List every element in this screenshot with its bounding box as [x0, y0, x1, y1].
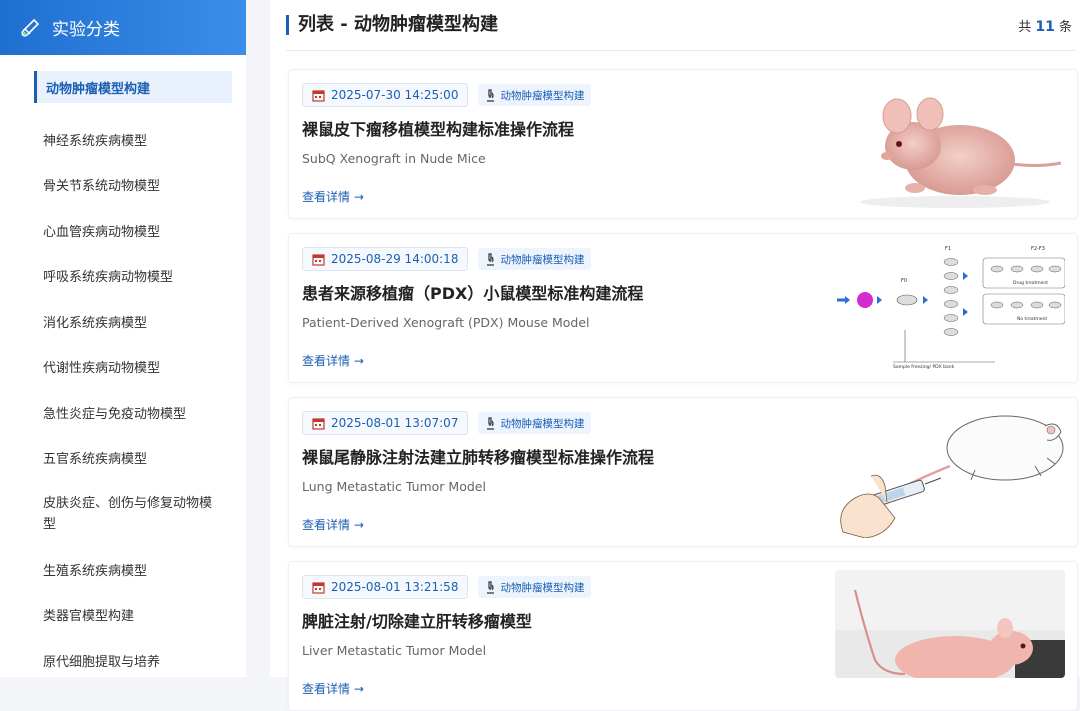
- drug-treatment-label: Drug treatment: [1013, 280, 1048, 286]
- page-title: 列表 - 动物肿瘤模型构建: [286, 15, 498, 35]
- tag-text: 动物肿瘤模型构建: [500, 89, 585, 102]
- f1-label: F1: [945, 246, 951, 252]
- sidebar-item-bone-joint[interactable]: 骨关节系统动物模型: [0, 162, 246, 208]
- microscope-icon: [487, 580, 495, 594]
- sidebar-menu: 动物肿瘤模型构建 神经系统疾病模型 骨关节系统动物模型 心血管疾病动物模型 呼吸…: [0, 55, 246, 683]
- date-text: 2025-08-29 14:00:18: [331, 252, 459, 266]
- card-subtitle: Liver Metastatic Tumor Model: [302, 643, 487, 658]
- count-number: 11: [1035, 18, 1055, 35]
- card-meta: 2025-08-01 13:07:07 动物肿瘤模型构建: [302, 411, 592, 435]
- tag-text: 动物肿瘤模型构建: [500, 253, 585, 266]
- sidebar-item-primary-cell[interactable]: 原代细胞提取与培养: [0, 638, 246, 684]
- sidebar-item-inflammation[interactable]: 急性炎症与免疫动物模型: [0, 390, 246, 436]
- no-treatment-label: No treatment: [1017, 316, 1047, 322]
- view-details-link[interactable]: 查看详情 →: [302, 352, 364, 369]
- sidebar-item-metabolic[interactable]: 代谢性疾病动物模型: [0, 344, 246, 390]
- category-tag: 动物肿瘤模型构建: [478, 84, 592, 106]
- microscope-icon: [487, 88, 495, 102]
- calendar-icon: [312, 417, 325, 430]
- date-text: 2025-08-01 13:21:58: [331, 580, 459, 594]
- f23-label: F2-F3: [1031, 246, 1045, 252]
- card-title[interactable]: 裸鼠尾静脉注射法建立肺转移瘤模型标准操作流程: [302, 444, 654, 468]
- list-item[interactable]: 2025-07-30 14:25:00 动物肿瘤模型构建 裸鼠皮下瘤移植模型构建…: [288, 69, 1078, 219]
- category-tag: 动物肿瘤模型构建: [478, 412, 592, 434]
- card-subtitle: Patient-Derived Xenograft (PDX) Mouse Mo…: [302, 315, 590, 330]
- view-details-link[interactable]: 查看详情 →: [302, 188, 364, 205]
- date-text: 2025-07-30 14:25:00: [331, 88, 459, 102]
- bank-label: Sample freezing/ PDX bank: [893, 364, 955, 370]
- microscope-icon: [487, 416, 495, 430]
- sidebar-item-reproductive[interactable]: 生殖系统疾病模型: [0, 547, 246, 593]
- tag-text: 动物肿瘤模型构建: [500, 581, 585, 594]
- category-tag: 动物肿瘤模型构建: [478, 248, 592, 270]
- sidebar-item-cardiovascular[interactable]: 心血管疾病动物模型: [0, 208, 246, 254]
- view-details-link[interactable]: 查看详情 →: [302, 516, 364, 533]
- sidebar-header: 实验分类: [0, 0, 246, 55]
- card-subtitle: SubQ Xenograft in Nude Mice: [302, 151, 486, 166]
- tail-vein-injection-illustration: [835, 406, 1065, 538]
- sidebar-item-ent[interactable]: 五官系统疾病模型: [0, 435, 246, 481]
- card-thumbnail[interactable]: F0 Sample freezing/ PDX bank F1 F2-F3 Dr…: [835, 242, 1065, 374]
- card-subtitle: Lung Metastatic Tumor Model: [302, 479, 486, 494]
- card-title[interactable]: 脾脏注射/切除建立肝转移瘤模型: [302, 608, 532, 632]
- sidebar-item-organoid[interactable]: 类器官模型构建: [0, 592, 246, 638]
- calendar-icon: [312, 253, 325, 266]
- date-badge: 2025-08-01 13:07:07: [302, 411, 469, 435]
- sidebar-item-neuro[interactable]: 神经系统疾病模型: [0, 117, 246, 163]
- calendar-icon: [312, 581, 325, 594]
- card-title[interactable]: 裸鼠皮下瘤移植模型构建标准操作流程: [302, 116, 574, 140]
- main-content: 列表 - 动物肿瘤模型构建 共 11 条 2025-07-30 14:25:00…: [270, 0, 1080, 711]
- list-item[interactable]: 2025-08-01 13:21:58 动物肿瘤模型构建 脾脏注射/切除建立肝转…: [288, 561, 1078, 711]
- sidebar-item-skin[interactable]: 皮肤炎症、创伤与修复动物模型: [0, 481, 246, 547]
- count-suffix: 条: [1058, 19, 1072, 35]
- pdx-workflow-diagram: F0 Sample freezing/ PDX bank F1 F2-F3 Dr…: [835, 242, 1065, 374]
- list-item[interactable]: 2025-08-29 14:00:18 动物肿瘤模型构建 患者来源移植瘤（PDX…: [288, 233, 1078, 383]
- sidebar-item-tumor-model[interactable]: 动物肿瘤模型构建: [34, 71, 232, 103]
- card-meta: 2025-07-30 14:25:00 动物肿瘤模型构建: [302, 83, 592, 107]
- list-header: 列表 - 动物肿瘤模型构建 共 11 条: [286, 0, 1076, 51]
- category-tag: 动物肿瘤模型构建: [478, 576, 592, 598]
- tag-text: 动物肿瘤模型构建: [500, 417, 585, 430]
- nude-mouse-image: [835, 78, 1065, 210]
- card-thumbnail[interactable]: [835, 570, 1065, 678]
- count-prefix: 共: [1018, 19, 1032, 35]
- calendar-icon: [312, 89, 325, 102]
- sidebar-item-digestive[interactable]: 消化系统疾病模型: [0, 299, 246, 345]
- card-title[interactable]: 患者来源移植瘤（PDX）小鼠模型标准构建流程: [302, 280, 643, 304]
- date-text: 2025-08-01 13:07:07: [331, 416, 459, 430]
- card-thumbnail[interactable]: [835, 78, 1065, 210]
- result-count: 共 11 条: [1018, 16, 1072, 35]
- nude-mouse-photo: [835, 570, 1065, 678]
- test-tube-icon: [21, 18, 40, 37]
- card-thumbnail[interactable]: [835, 406, 1065, 538]
- sidebar-item-respiratory[interactable]: 呼吸系统疾病动物模型: [0, 253, 246, 299]
- sidebar-title: 实验分类: [52, 20, 120, 40]
- list-item[interactable]: 2025-08-01 13:07:07 动物肿瘤模型构建 裸鼠尾静脉注射法建立肺…: [288, 397, 1078, 547]
- card-meta: 2025-08-29 14:00:18 动物肿瘤模型构建: [302, 247, 592, 271]
- date-badge: 2025-08-29 14:00:18: [302, 247, 469, 271]
- card-meta: 2025-08-01 13:21:58 动物肿瘤模型构建: [302, 575, 592, 599]
- microscope-icon: [487, 252, 495, 266]
- view-details-link[interactable]: 查看详情 →: [302, 680, 364, 697]
- sidebar: 实验分类 动物肿瘤模型构建 神经系统疾病模型 骨关节系统动物模型 心血管疾病动物…: [0, 0, 246, 677]
- date-badge: 2025-08-01 13:21:58: [302, 575, 469, 599]
- date-badge: 2025-07-30 14:25:00: [302, 83, 469, 107]
- f0-label: F0: [901, 278, 907, 284]
